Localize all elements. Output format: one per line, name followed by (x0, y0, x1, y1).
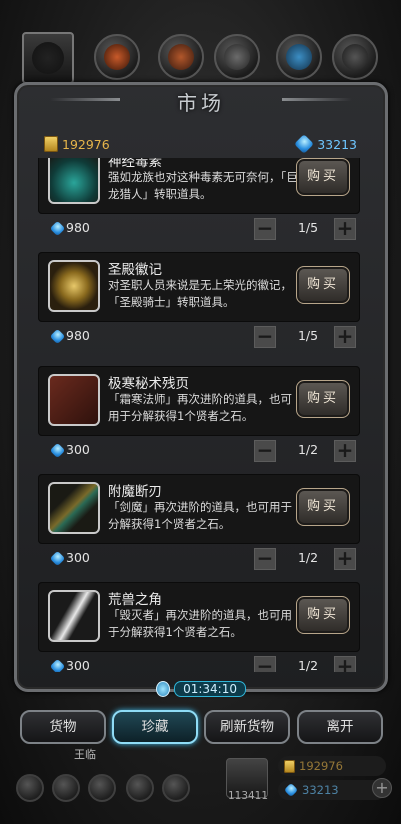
clock-icon (156, 681, 171, 697)
hud-skill-icon[interactable] (88, 774, 116, 802)
item-card: 荒兽之角 「毁灭者」再次进阶的道具，也可用于分解获得1个贤者之石。 购买 (38, 582, 360, 652)
title-wing-right (282, 98, 352, 101)
price-row: 980 − 1/5 + (32, 326, 370, 350)
tab-treasures[interactable]: 珍藏 (112, 710, 198, 744)
quantity-display: 1/5 (297, 220, 319, 235)
category-water-icon[interactable] (276, 34, 322, 80)
item-card: 极寒秘术残页 「霜寒法师」再次进阶的道具，也可用于分解获得1个贤者之石。 购买 (38, 366, 360, 436)
temple-emblem-icon (48, 260, 100, 312)
item-card: 附魔断刃 「剑魔」再次进阶的道具，也可用于分解获得1个贤者之石。 购买 (38, 474, 360, 544)
item-price: 300 (66, 442, 90, 457)
item-name: 极寒秘术残页 (108, 376, 189, 392)
buy-button[interactable]: 购买 (296, 380, 350, 418)
item-description: 「霜寒法师」再次进阶的道具，也可用于分解获得1个贤者之石。 (108, 392, 292, 423)
title-bar: 市场 (50, 86, 352, 120)
quantity-display: 1/2 (297, 550, 319, 565)
hud-bag-icon[interactable] (52, 774, 80, 802)
gem-icon (49, 550, 66, 567)
quantity-display: 1/2 (297, 442, 319, 457)
currency-bar: 192976 33213 (44, 132, 357, 156)
tab-goods[interactable]: 货物 (20, 710, 106, 744)
tab-leave[interactable]: 离开 (297, 710, 383, 744)
item-price: 980 (66, 220, 90, 235)
gem-icon (49, 658, 66, 672)
timer-value: 01:34:10 (174, 681, 246, 697)
price-row: 980 − 1/5 + (32, 218, 370, 242)
decrease-button[interactable]: − (254, 440, 276, 462)
item-description: 强如龙族也对这种毒素无可奈何，「巨龙猎人」转职道具。 (108, 170, 298, 201)
increase-button[interactable]: + (334, 548, 356, 570)
poison-flask-icon (48, 158, 100, 204)
gem-icon (49, 442, 66, 459)
buy-button[interactable]: 购买 (296, 158, 350, 196)
hud-quest-icon[interactable] (126, 774, 154, 802)
decrease-button[interactable]: − (254, 326, 276, 348)
gold-bar-icon (284, 759, 295, 773)
item-description: 「剑魔」再次进阶的道具，也可用于分解获得1个贤者之石。 (108, 500, 292, 531)
gem-amount: 33213 (317, 136, 357, 152)
refresh-timer: 01:34:10 (156, 680, 246, 698)
gem-icon (294, 134, 315, 154)
hud-gem-amount: 33213 (302, 783, 339, 797)
gold-bar-icon (44, 136, 58, 152)
tab-bar: 货物 珍藏 刷新货物 离开 (20, 710, 387, 746)
category-gauntlet-icon[interactable] (214, 34, 260, 80)
category-leather-icon[interactable] (158, 34, 204, 80)
quantity-display: 1/5 (297, 328, 319, 343)
gold-balance: 192976 (44, 136, 110, 152)
title-wing-left (50, 98, 120, 101)
category-armor-icon[interactable] (22, 32, 74, 84)
item-price: 300 (66, 550, 90, 565)
item-list[interactable]: 神经毒素 强如龙族也对这种毒素无可奈何，「巨龙猎人」转职道具。 购买 980 −… (32, 158, 370, 672)
item-card: 圣殿徽记 对圣职人员来说是无上荣光的徽记，「圣殿骑士」转职道具。 购买 (38, 252, 360, 322)
item-price: 980 (66, 328, 90, 343)
hud-settings-icon[interactable] (162, 774, 190, 802)
tome-page-icon (48, 374, 100, 426)
hud-gems: 33213 (278, 780, 386, 800)
price-row: 300 − 1/2 + (32, 440, 370, 464)
hud-menu-icon[interactable] (16, 774, 44, 802)
add-currency-button[interactable]: + (372, 778, 392, 798)
increase-button[interactable]: + (334, 440, 356, 462)
gem-icon (49, 328, 66, 345)
buy-button[interactable]: 购买 (296, 488, 350, 526)
item-name: 荒兽之角 (108, 592, 162, 608)
broken-blade-icon (48, 482, 100, 534)
increase-button[interactable]: + (334, 656, 356, 672)
buy-button[interactable]: 购买 (296, 596, 350, 634)
buy-button[interactable]: 购买 (296, 266, 350, 304)
page-title: 市场 (177, 91, 225, 115)
tab-refresh-goods[interactable]: 刷新货物 (204, 710, 290, 744)
item-price: 300 (66, 658, 90, 672)
item-name: 附魔断刃 (108, 484, 162, 500)
category-fire-icon[interactable] (94, 34, 140, 80)
item-description: 「毁灭者」再次进阶的道具，也可用于分解获得1个贤者之石。 (108, 608, 292, 639)
increase-button[interactable]: + (334, 218, 356, 240)
price-row: 300 − 1/2 + (32, 548, 370, 572)
avatar-label: 113411 (227, 790, 269, 802)
gold-amount: 192976 (62, 136, 110, 152)
item-description: 对圣职人员来说是无上荣光的徽记，「圣殿骑士」转职道具。 (108, 278, 292, 309)
decrease-button[interactable]: − (254, 548, 276, 570)
increase-button[interactable]: + (334, 326, 356, 348)
price-row: 300 − 1/2 + (32, 656, 370, 672)
decrease-button[interactable]: − (254, 656, 276, 672)
hud-gold: 192976 (278, 756, 386, 776)
item-name: 圣殿徽记 (108, 262, 162, 278)
top-category-bar (18, 32, 393, 86)
gem-icon (49, 220, 66, 237)
category-shadow-icon[interactable] (332, 34, 378, 80)
quantity-display: 1/2 (297, 658, 319, 672)
gem-icon (283, 782, 299, 798)
gem-balance: 33213 (294, 134, 357, 154)
hud-gold-amount: 192976 (299, 759, 343, 773)
beast-horn-icon (48, 590, 100, 642)
item-card: 神经毒素 强如龙族也对这种毒素无可奈何，「巨龙猎人」转职道具。 购买 (38, 158, 360, 214)
decrease-button[interactable]: − (254, 218, 276, 240)
